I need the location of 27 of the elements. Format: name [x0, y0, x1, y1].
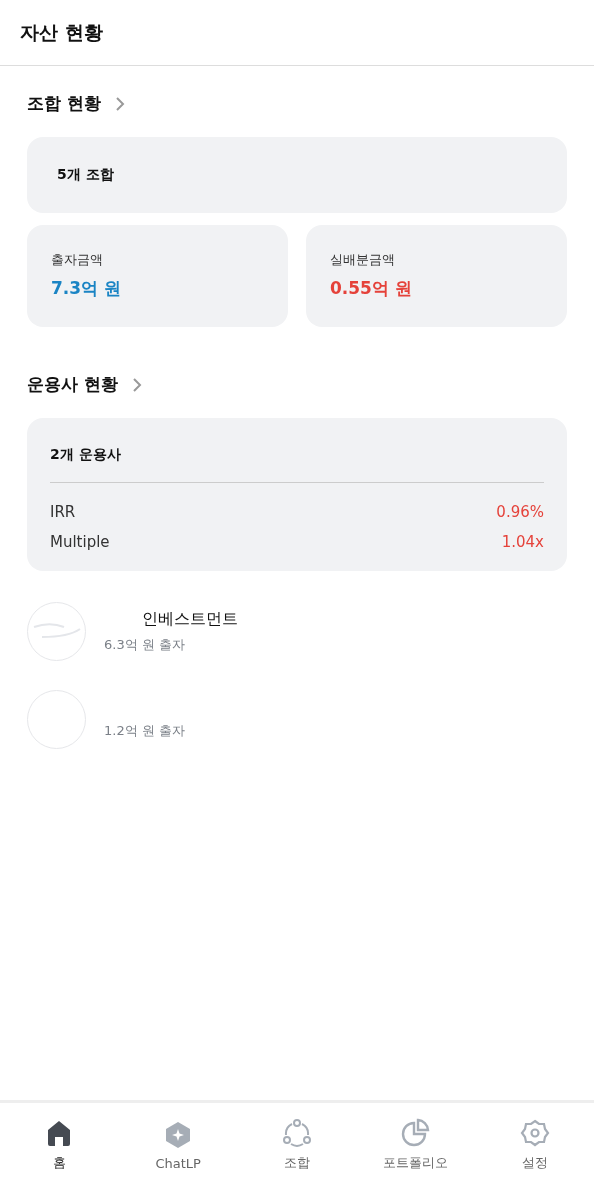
fund-count: 5개 조합 — [57, 166, 114, 184]
section-title: 운용사 현황 — [27, 373, 118, 396]
manager-name: 인베스트먼트 — [142, 608, 238, 630]
manager-count: 2개 운용사 — [50, 446, 121, 462]
pie-chart-icon — [400, 1118, 431, 1148]
nav-tab[interactable]: 홈 — [4, 1118, 115, 1172]
page-title: 자산 현황 — [20, 19, 103, 45]
chevron-right-icon[interactable] — [131, 376, 142, 393]
settings-icon — [519, 1118, 550, 1148]
nav-tab[interactable]: 설정 — [479, 1118, 590, 1172]
metric-value: 0.96% — [496, 503, 544, 521]
swoosh-icon — [31, 621, 82, 641]
nav-tab[interactable]: ChatLP — [123, 1119, 234, 1171]
stat-label: 실배분금액 — [330, 251, 396, 269]
metric-value: 1.04x — [501, 533, 544, 551]
stat-label: 출자금액 — [51, 251, 104, 269]
nav-tab[interactable]: 조합 — [242, 1118, 352, 1172]
chevron-right-icon[interactable] — [114, 95, 125, 112]
metric-label: IRR — [50, 503, 76, 521]
investment-amount: 6.3억 원 출자 — [104, 635, 186, 654]
nav-tab[interactable]: 포트폴리오 — [360, 1118, 471, 1172]
section-title: 조합 현황 — [27, 92, 101, 115]
stat-value: 7.3억 원 — [51, 277, 123, 300]
investment-amount: 1.2억 원 출자 — [104, 722, 185, 740]
nodes-icon — [282, 1118, 312, 1148]
stat-value: 0.55억 원 — [330, 277, 413, 300]
metric-label: Multiple — [50, 533, 110, 551]
